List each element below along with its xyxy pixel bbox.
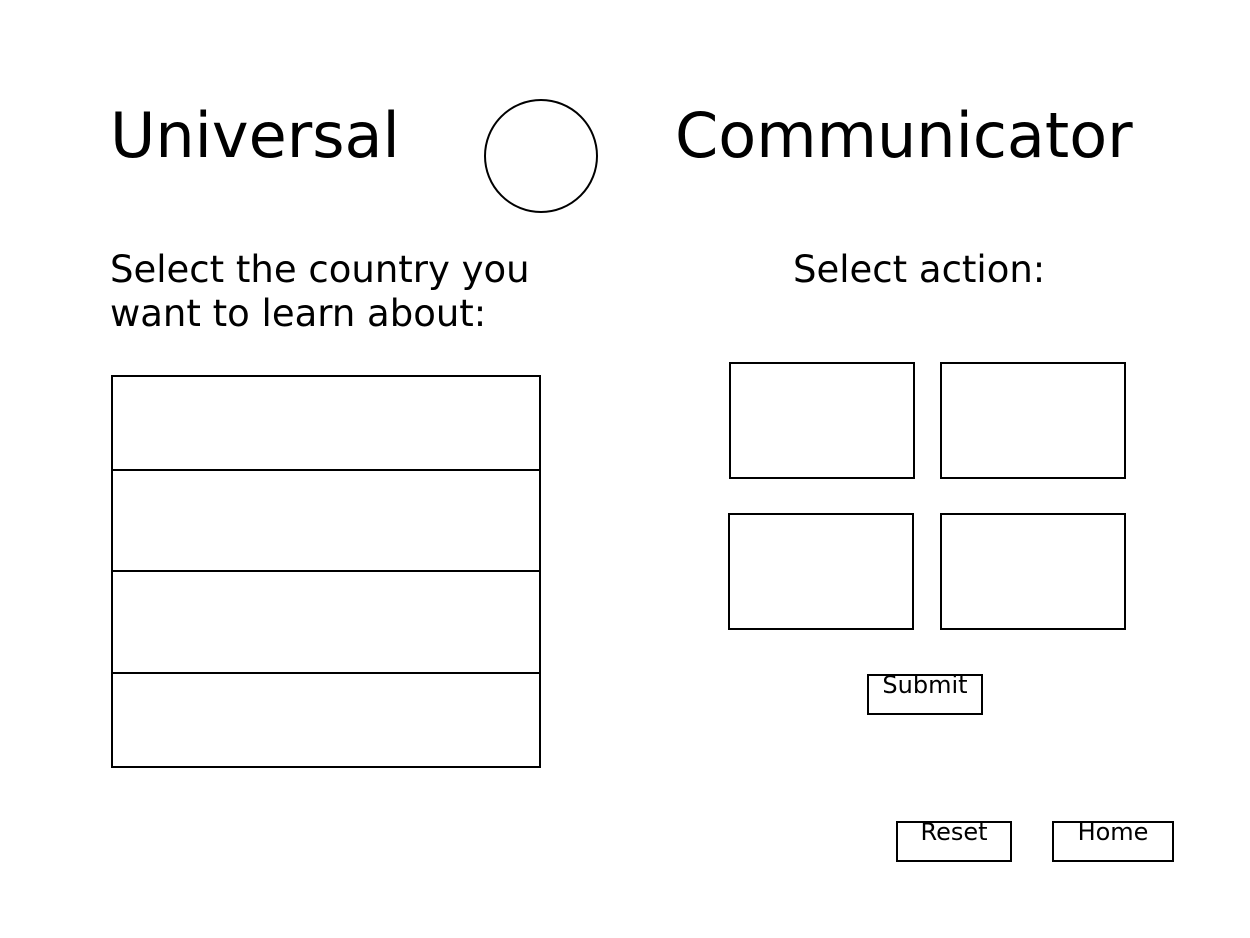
country-list-item-4[interactable] <box>113 672 539 766</box>
action-option-1[interactable] <box>729 362 915 479</box>
reset-button[interactable]: Reset <box>896 818 1012 862</box>
country-list-item-2[interactable] <box>113 469 539 570</box>
action-prompt: Select action: <box>793 248 1046 291</box>
home-button[interactable]: Home <box>1052 818 1174 862</box>
home-button-label: Home <box>1077 818 1149 846</box>
action-option-3[interactable] <box>728 513 914 630</box>
app-title-left: Universal <box>110 99 400 172</box>
action-option-4[interactable] <box>940 513 1126 630</box>
country-list-item-1[interactable] <box>113 377 539 469</box>
submit-button-label: Submit <box>882 671 968 699</box>
country-prompt: Select the country you want to learn abo… <box>110 248 530 335</box>
reset-button-label: Reset <box>920 818 988 846</box>
circle-logo-icon <box>484 99 598 213</box>
app-title-right: Communicator <box>675 99 1133 172</box>
country-list <box>111 375 541 768</box>
submit-button[interactable]: Submit <box>867 671 983 715</box>
country-list-item-3[interactable] <box>113 570 539 672</box>
action-option-2[interactable] <box>940 362 1126 479</box>
